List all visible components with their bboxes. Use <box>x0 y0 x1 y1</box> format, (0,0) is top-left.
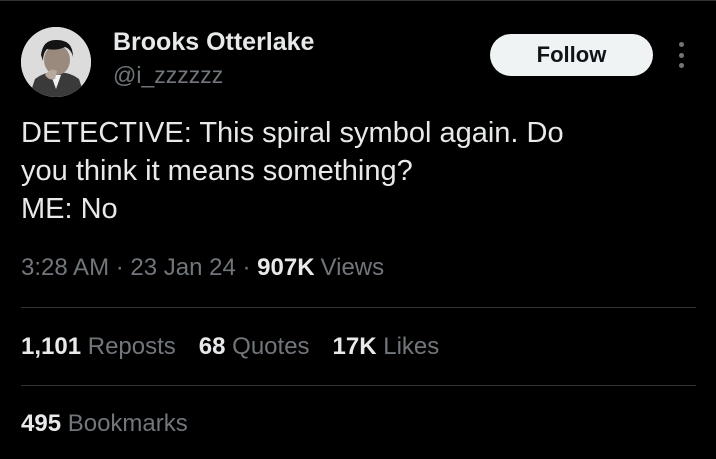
author-name[interactable]: Brooks Otterlake <box>113 28 314 57</box>
tweet-date[interactable]: 23 Jan 24 <box>130 254 235 281</box>
views-count: 907K <box>257 254 315 281</box>
likes-label: Likes <box>383 333 440 360</box>
avatar-photo <box>21 27 91 97</box>
reposts-count: 1,101 <box>21 333 82 360</box>
tweet-time[interactable]: 3:28 AM <box>21 254 109 281</box>
quotes-count: 68 <box>198 333 226 360</box>
follow-button[interactable]: Follow <box>490 34 653 76</box>
tweet-line: ME: No <box>21 193 118 225</box>
quotes-stat[interactable]: 68 Quotes <box>199 333 310 361</box>
tweet-line: DETECTIVE: This spiral symbol again. Do <box>21 117 564 149</box>
likes-count: 17K <box>332 333 377 360</box>
bookmarks-label: Bookmarks <box>67 410 188 437</box>
bookmarks-count: 495 <box>21 410 62 437</box>
meta-separator: · <box>115 254 124 281</box>
tweet-meta: 3:28 AM · 23 Jan 24 · 907K Views <box>21 254 384 282</box>
avatar[interactable] <box>21 27 91 97</box>
tweet-line: you think it means something? <box>21 155 413 187</box>
author-handle[interactable]: @i_zzzzzz <box>113 62 223 89</box>
engagement-stats: 1,101 Reposts 68 Quotes 17K Likes <box>21 333 462 361</box>
more-icon[interactable] <box>673 42 689 68</box>
tweet-text: DETECTIVE: This spiral symbol again. Do … <box>21 114 701 228</box>
divider <box>21 307 696 308</box>
divider <box>21 385 696 386</box>
reposts-label: Reposts <box>87 333 176 360</box>
likes-stat[interactable]: 17K Likes <box>333 333 440 361</box>
meta-separator: · <box>242 254 251 281</box>
views-label: Views <box>320 254 385 281</box>
bookmarks-stat[interactable]: 495 Bookmarks <box>21 410 188 438</box>
quotes-label: Quotes <box>232 333 310 360</box>
more-dot <box>678 63 684 68</box>
more-dot <box>678 52 684 58</box>
top-divider <box>0 0 716 1</box>
reposts-stat[interactable]: 1,101 Reposts <box>21 333 176 361</box>
more-dot <box>678 42 684 47</box>
